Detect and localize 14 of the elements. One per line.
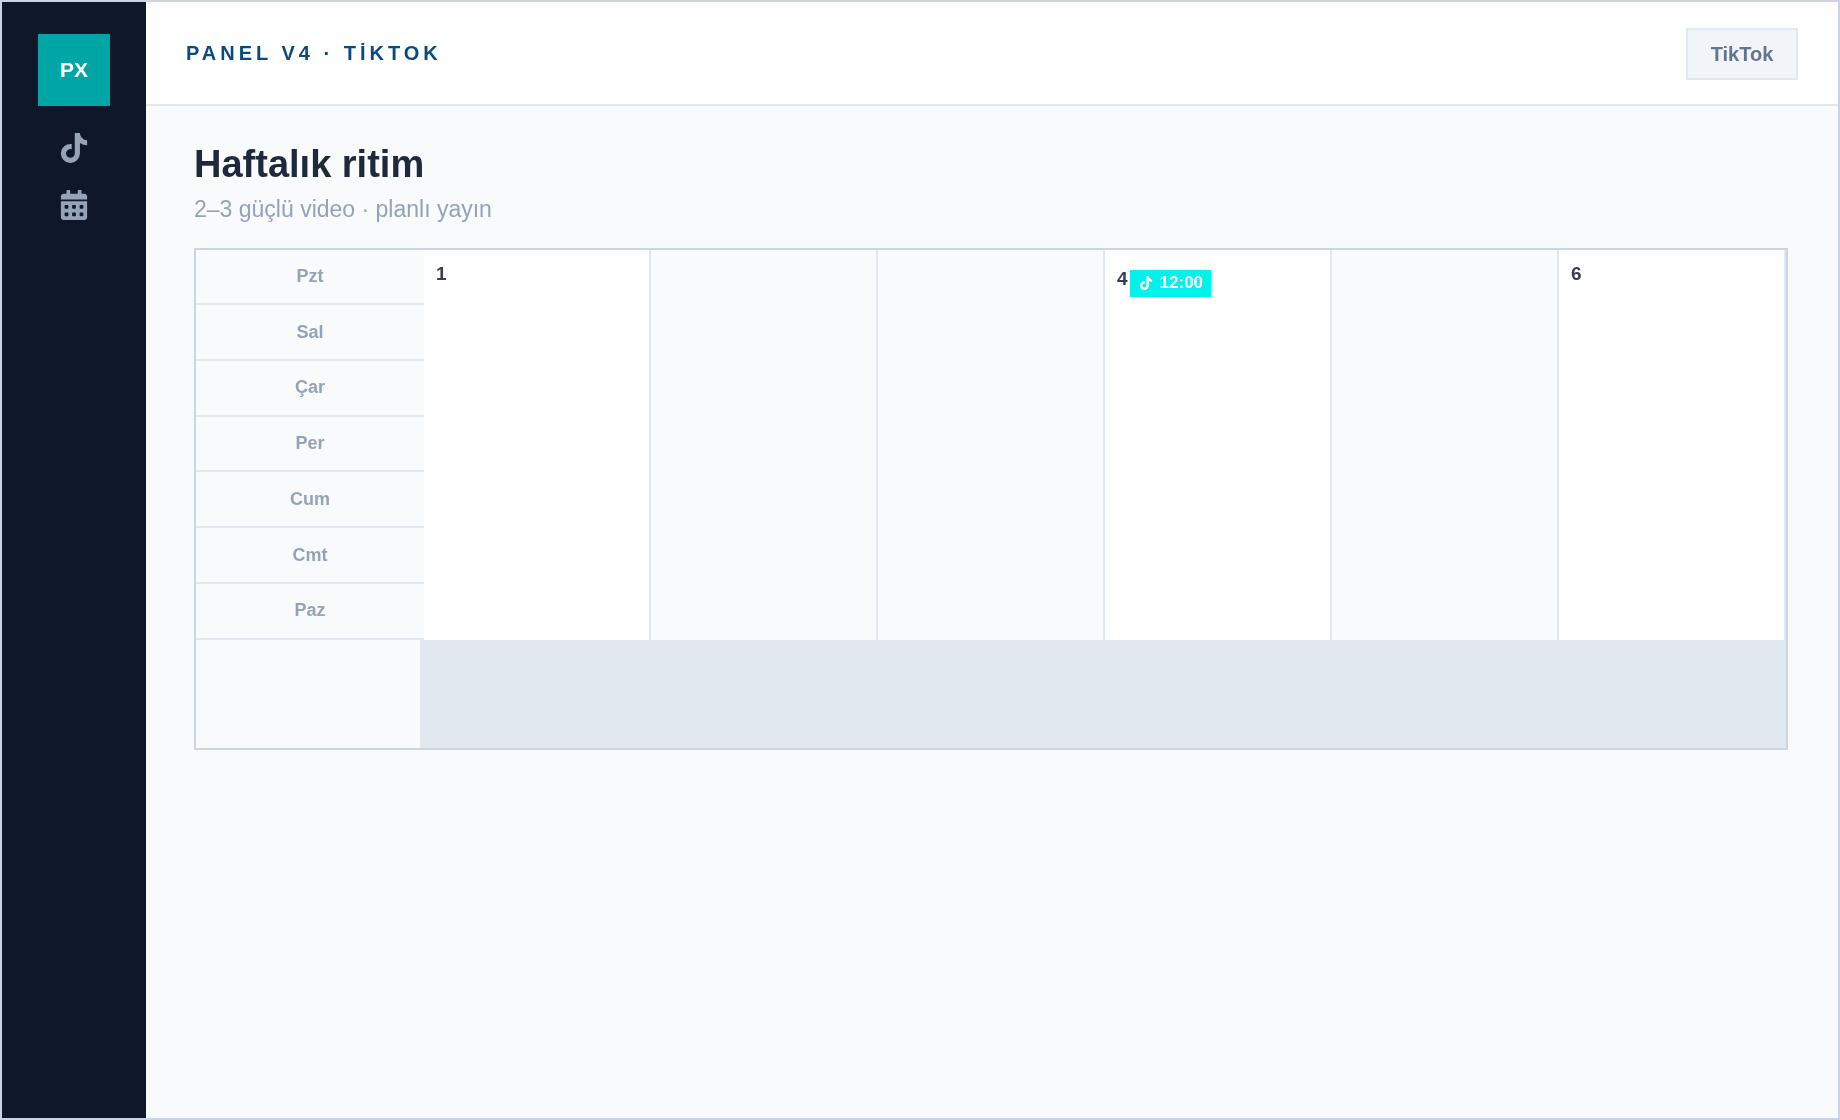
day-cell[interactable]: 4 12:00 [1105, 249, 1332, 640]
day-cell[interactable]: 1 [424, 249, 651, 640]
calendar-icon[interactable] [59, 190, 89, 220]
day-number: 6 [1571, 261, 1582, 286]
logo: PX [38, 34, 110, 106]
day-number: 1 [436, 261, 447, 286]
page-title: Haftalık ritim [194, 142, 425, 187]
music-note-icon [1138, 276, 1153, 291]
day-cell[interactable]: 6 [1559, 249, 1786, 640]
music-note-icon[interactable] [59, 133, 89, 163]
page-subtitle: 2–3 güçlü video · planlı yayın [194, 194, 492, 223]
header-title: PANEL V4 · TİKTOK [186, 41, 442, 65]
platform-button[interactable]: TikTok [1686, 28, 1798, 80]
day-number: 4 [1117, 267, 1128, 292]
